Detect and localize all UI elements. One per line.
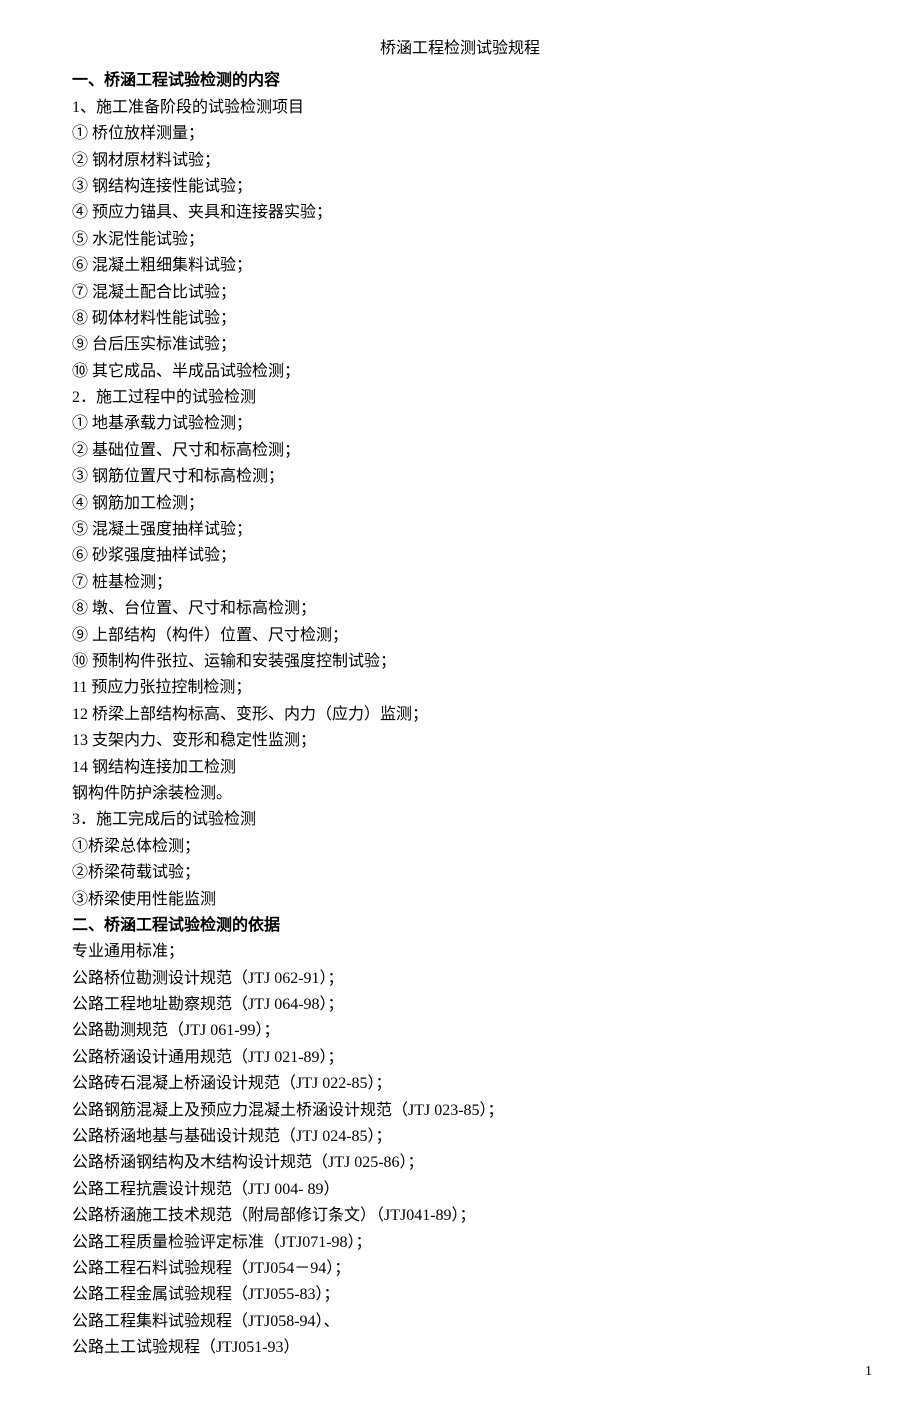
list-item: ③ 钢结构连接性能试验； bbox=[72, 174, 848, 200]
list-item: ⑤ 水泥性能试验； bbox=[72, 227, 848, 253]
list-item: ③ 钢筋位置尺寸和标高检测； bbox=[72, 464, 848, 490]
list-item: 公路工程集料试验规程（JTJ058-94）、 bbox=[72, 1309, 848, 1335]
list-item: ⑦ 混凝土配合比试验； bbox=[72, 280, 848, 306]
list-item: 公路桥涵施工技术规范（附局部修订条文）（JTJ041-89）； bbox=[72, 1203, 848, 1229]
list-item: ⑧ 墩、台位置、尺寸和标高检测； bbox=[72, 596, 848, 622]
list-item: 公路勘测规范（JTJ 061-99）； bbox=[72, 1018, 848, 1044]
list-item: 14 钢结构连接加工检测 bbox=[72, 755, 848, 781]
list-item: ⑨ 台后压实标准试验； bbox=[72, 332, 848, 358]
list-item: ① 桥位放样测量； bbox=[72, 121, 848, 147]
list-item: 12 桥梁上部结构标高、变形、内力（应力）监测； bbox=[72, 702, 848, 728]
list-item: ⑥ 砂浆强度抽样试验； bbox=[72, 543, 848, 569]
list-item: ② 基础位置、尺寸和标高检测； bbox=[72, 438, 848, 464]
section1-sub2: 2．施工过程中的试验检测 bbox=[72, 385, 848, 411]
page-number: 1 bbox=[865, 1360, 872, 1383]
list-item: ⑧ 砌体材料性能试验； bbox=[72, 306, 848, 332]
section1-heading: 一、桥涵工程试验检测的内容 bbox=[72, 68, 848, 94]
list-item: 钢构件防护涂装检测。 bbox=[72, 781, 848, 807]
list-item: ③桥梁使用性能监测 bbox=[72, 887, 848, 913]
list-item: ②桥梁荷载试验； bbox=[72, 860, 848, 886]
list-item: 公路桥涵钢结构及木结构设计规范（JTJ 025-86）； bbox=[72, 1150, 848, 1176]
list-item: 公路桥位勘测设计规范（JTJ 062-91）； bbox=[72, 966, 848, 992]
list-item: 公路工程抗震设计规范（JTJ 004- 89） bbox=[72, 1177, 848, 1203]
list-item: 13 支架内力、变形和稳定性监测； bbox=[72, 728, 848, 754]
list-item: ⑥ 混凝土粗细集料试验； bbox=[72, 253, 848, 279]
list-item: ⑩ 其它成品、半成品试验检测； bbox=[72, 359, 848, 385]
list-item: 专业通用标准； bbox=[72, 939, 848, 965]
list-item: 11 预应力张拉控制检测； bbox=[72, 675, 848, 701]
list-item: ① 地基承载力试验检测； bbox=[72, 411, 848, 437]
list-item: 公路土工试验规程（JTJ051-93） bbox=[72, 1335, 848, 1361]
list-item: ② 钢材原材料试验； bbox=[72, 148, 848, 174]
list-item: 公路钢筋混凝上及预应力混凝土桥涵设计规范（JTJ 023-85）； bbox=[72, 1098, 848, 1124]
list-item: 公路桥涵地基与基础设计规范（JTJ 024-85）； bbox=[72, 1124, 848, 1150]
document-title: 桥涵工程检测试验规程 bbox=[72, 36, 848, 62]
list-item: 公路桥涵设计通用规范（JTJ 021-89）； bbox=[72, 1045, 848, 1071]
list-item: ④ 钢筋加工检测； bbox=[72, 491, 848, 517]
list-item: ⑤ 混凝土强度抽样试验； bbox=[72, 517, 848, 543]
list-item: 公路砖石混凝上桥涵设计规范（JTJ 022-85）； bbox=[72, 1071, 848, 1097]
list-item: ④ 预应力锚具、夹具和连接器实验； bbox=[72, 200, 848, 226]
section1-sub1: 1、施工准备阶段的试验检测项目 bbox=[72, 95, 848, 121]
list-item: 公路工程质量检验评定标准（JTJ071-98）； bbox=[72, 1230, 848, 1256]
list-item: ⑨ 上部结构（构件）位置、尺寸检测； bbox=[72, 623, 848, 649]
list-item: 公路工程石料试验规程（JTJ054－94）； bbox=[72, 1256, 848, 1282]
list-item: 公路工程金属试验规程（JTJ055-83）； bbox=[72, 1282, 848, 1308]
section2-heading: 二、桥涵工程试验检测的依据 bbox=[72, 913, 848, 939]
section1-sub3: 3．施工完成后的试验检测 bbox=[72, 807, 848, 833]
list-item: 公路工程地址勘察规范（JTJ 064-98）； bbox=[72, 992, 848, 1018]
list-item: ⑩ 预制构件张拉、运输和安装强度控制试验； bbox=[72, 649, 848, 675]
list-item: ⑦ 桩基检测； bbox=[72, 570, 848, 596]
list-item: ①桥梁总体检测； bbox=[72, 834, 848, 860]
